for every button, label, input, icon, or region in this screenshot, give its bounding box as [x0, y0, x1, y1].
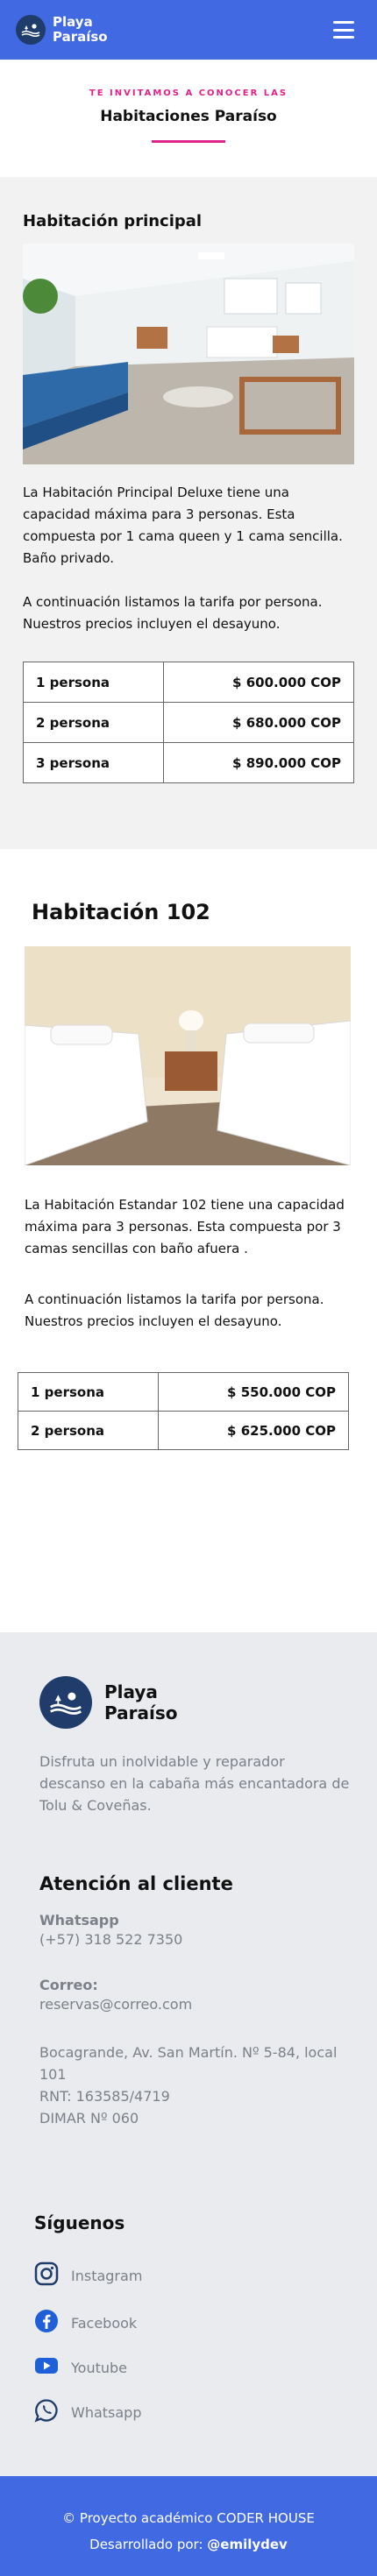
author-link[interactable]: @emilydev — [207, 2537, 288, 2552]
price-cell: $ 600.000 COP — [163, 662, 354, 703]
facebook-icon — [34, 2309, 59, 2337]
social-link-youtube[interactable]: Youtube — [34, 2356, 351, 2379]
social-link-facebook[interactable]: Facebook — [34, 2309, 351, 2337]
price-cell: $ 680.000 COP — [163, 702, 354, 743]
people-cell: 3 persona — [22, 742, 165, 783]
social-label: Facebook — [71, 2314, 138, 2332]
footer-brand[interactable]: Playa Paraíso — [39, 1676, 351, 1729]
table-row: 3 persona $ 890.000 COP — [22, 742, 354, 783]
social-label: Instagram — [71, 2267, 143, 2284]
footer: Playa Paraíso Disfruta un inolvidable y … — [0, 1632, 377, 2476]
room-title: Habitación 102 — [32, 900, 210, 924]
intro-eyebrow: TE INVITAMOS A CONOCER LAS — [89, 88, 288, 98]
people-cell: 2 persona — [22, 702, 165, 743]
social-label: Whatsapp — [71, 2403, 142, 2421]
room-card-principal: Habitación principal La Habitación Princ… — [0, 177, 377, 849]
intro-title: Habitaciones Paraíso — [100, 108, 277, 125]
email-link[interactable]: reservas@correo.com — [39, 1993, 351, 2015]
brand[interactable]: Playa Paraíso — [16, 15, 108, 45]
people-cell: 2 persona — [17, 1411, 160, 1450]
whatsapp-number[interactable]: (+57) 318 522 7350 — [39, 1928, 351, 1950]
rates-table: 1 persona $ 550.000 COP 2 persona $ 625.… — [17, 1372, 349, 1450]
top-navbar: Playa Paraíso — [0, 0, 377, 60]
people-cell: 1 persona — [17, 1372, 160, 1412]
brand-name: Playa Paraíso — [53, 15, 108, 45]
room-description: La Habitación Estandar 102 tiene una cap… — [25, 1197, 345, 1256]
whatsapp-label: Whatsapp — [39, 1912, 119, 1928]
table-row: 1 persona $ 550.000 COP — [17, 1372, 349, 1412]
room-card-102: Habitación 102 La Habitación Estandar 10… — [0, 849, 377, 1632]
room-title: Habitación principal — [23, 212, 203, 230]
footer-brand-name: Playa Paraíso — [104, 1681, 177, 1723]
rates-note: A continuación listamos la tarifa por pe… — [25, 1292, 324, 1329]
room-photo — [23, 244, 354, 464]
brand-line-2: Paraíso — [53, 29, 108, 45]
rates-table: 1 persona $ 600.000 COP 2 persona $ 680.… — [22, 662, 354, 783]
address: Bocagrande, Av. San Martín. Nº 5-84, loc… — [39, 2044, 338, 2083]
rnt-number: RNT: 163585/4719 — [39, 2088, 170, 2105]
beach-logo-icon — [16, 15, 46, 45]
whatsapp-icon — [34, 2398, 59, 2426]
title-underline — [152, 140, 225, 143]
developer-prefix: Desarrollado por: — [89, 2537, 203, 2552]
social-link-whatsapp[interactable]: Whatsapp — [34, 2398, 351, 2426]
brand-line-2: Paraíso — [104, 1702, 178, 1723]
table-row: 1 persona $ 600.000 COP — [22, 662, 354, 703]
brand-line-1: Playa — [104, 1681, 158, 1702]
table-row: 2 persona $ 680.000 COP — [22, 702, 354, 743]
email-label: Correo: — [39, 1977, 98, 1993]
social-label: Youtube — [71, 2359, 127, 2376]
youtube-icon — [34, 2356, 59, 2379]
developer-credit: Desarrollado por: @emilydev — [0, 2531, 377, 2558]
price-cell: $ 890.000 COP — [163, 742, 354, 783]
copyright-text: © Proyecto académico CODER HOUSE — [62, 2510, 315, 2526]
room-description: La Habitación Principal Deluxe tiene una… — [23, 485, 343, 566]
social-heading: Síguenos — [34, 2212, 125, 2233]
copyright-bar: © Proyecto académico CODER HOUSE Desarro… — [0, 2476, 377, 2576]
table-row: 2 persona $ 625.000 COP — [17, 1411, 349, 1450]
dimar-number: DIMAR Nº 060 — [39, 2110, 139, 2127]
footer-about: Disfruta un inolvidable y reparador desc… — [39, 1753, 350, 1814]
room-photo — [25, 946, 351, 1165]
rooms-intro: TE INVITAMOS A CONOCER LAS Habitaciones … — [0, 60, 377, 177]
people-cell: 1 persona — [22, 662, 165, 703]
price-cell: $ 625.000 COP — [158, 1411, 349, 1450]
price-cell: $ 550.000 COP — [158, 1372, 349, 1412]
instagram-icon — [34, 2261, 59, 2289]
contact-heading: Atención al cliente — [39, 1873, 233, 1894]
social-link-instagram[interactable]: Instagram — [34, 2261, 351, 2289]
rates-note: A continuación listamos la tarifa por pe… — [23, 594, 323, 632]
beach-logo-icon — [39, 1676, 92, 1729]
hamburger-menu-icon[interactable] — [333, 21, 354, 39]
brand-line-1: Playa — [53, 14, 93, 30]
